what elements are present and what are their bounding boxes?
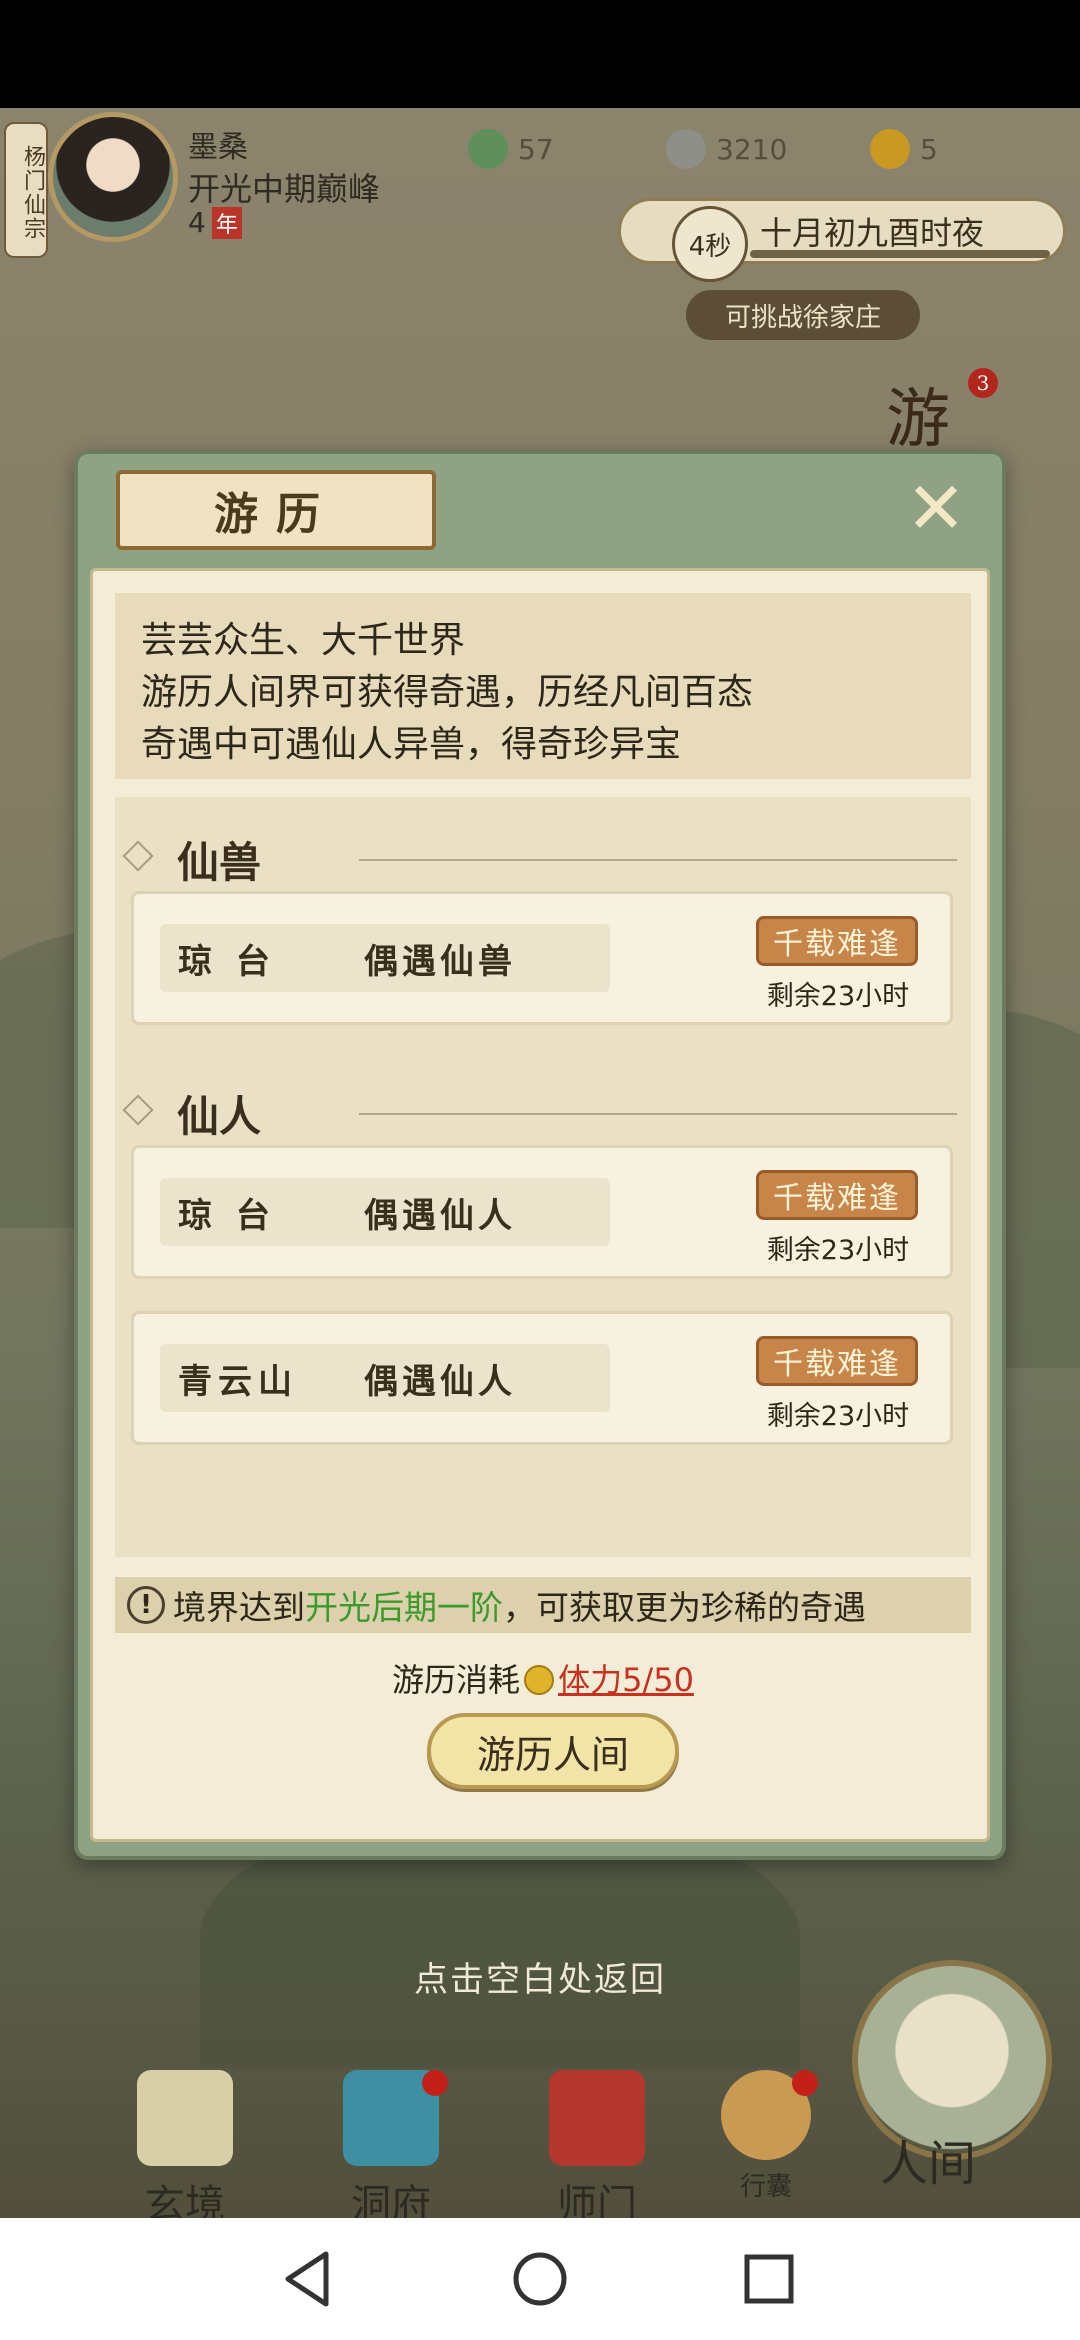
resource-jade[interactable]: 57 — [468, 126, 554, 172]
resource-coin-value: 3210 — [716, 132, 788, 166]
home-icon[interactable] — [505, 2244, 575, 2314]
resource-gold-value: 5 — [920, 132, 938, 166]
encounter-place: 青云山 — [178, 1361, 298, 1402]
dialog-title: 游历 — [116, 470, 436, 550]
encounter-name: 琼 台 偶遇仙兽 — [160, 924, 610, 992]
time-remaining-badge: 4秒 — [672, 206, 748, 282]
resource-gold[interactable]: 5 — [870, 126, 938, 172]
intro-line: 游历人间界可获得奇遇，历经凡间百态 — [141, 672, 754, 713]
realm-notice: ! 境界达到 开光后期一阶 ，可获取更为珍稀的奇遇 — [115, 1577, 971, 1633]
nav-label: 行囊 — [739, 2172, 792, 2202]
remaining-time: 剩余23小时 — [766, 1235, 910, 1266]
player-name: 墨桑 — [188, 130, 248, 165]
intro-line: 芸芸众生、大千世界 — [141, 620, 466, 661]
travel-side-entry-label: 游 — [886, 383, 950, 457]
jade-icon — [468, 129, 508, 169]
encounter-name: 琼 台 偶遇仙人 — [160, 1178, 610, 1246]
status-bar — [0, 0, 1080, 108]
notice-highlight: 开光后期一阶 — [305, 1588, 503, 1627]
encounter-kind: 偶遇仙兽 — [364, 941, 516, 982]
encounter-place: 琼 台 — [178, 941, 276, 982]
notice-prefix: 境界达到 — [173, 1588, 305, 1627]
sect-tab[interactable]: 杨门仙宗 — [4, 122, 48, 258]
encounter-name: 青云山 偶遇仙人 — [160, 1344, 610, 1412]
top-hud: 杨门仙宗 墨桑 开光中期巅峰 4年 57 3210 5 4秒 十月初九酉时夜 可… — [0, 108, 1080, 457]
time-progress — [750, 250, 1050, 258]
encounter-kind: 偶遇仙人 — [364, 1195, 516, 1236]
system-nav-bar — [0, 2218, 1080, 2340]
notification-dot — [422, 2070, 448, 2096]
game-date: 十月初九酉时夜 — [760, 214, 985, 252]
age-unit: 年 — [211, 207, 242, 239]
player-avatar[interactable] — [48, 112, 178, 242]
world-label: 人间 — [880, 2136, 977, 2192]
gold-ingot-icon — [870, 129, 910, 169]
encounter-place: 琼 台 — [178, 1195, 276, 1236]
resource-jade-value: 57 — [518, 132, 554, 166]
travel-button[interactable]: 游历人间 — [427, 1713, 679, 1789]
encounter-card[interactable]: 琼 台 偶遇仙人 千载难逢 剩余23小时 — [131, 1145, 953, 1279]
rarity-badge: 千载难逢 — [756, 916, 918, 966]
encounter-card[interactable]: 琼 台 偶遇仙兽 千载难逢 剩余23小时 — [131, 891, 953, 1025]
dialog-header: 游历 ✕ — [74, 450, 1006, 570]
nav-item-shimen[interactable]: 师门 — [532, 2070, 662, 2228]
notification-count-badge: 3 — [968, 368, 998, 398]
cost-label: 游历消耗 — [392, 1661, 521, 1699]
scroll-icon — [137, 2070, 233, 2166]
intro-text: 芸芸众生、大千世界 游历人间界可获得奇遇，历经凡间百态 奇遇中可遇仙人异兽，得奇… — [115, 593, 971, 779]
stamina-link[interactable]: 体力5/50 — [558, 1661, 694, 1699]
divider — [359, 1113, 957, 1115]
diamond-icon — [122, 840, 154, 872]
section-header-immortals: 仙人 — [115, 1079, 971, 1141]
encounter-list[interactable]: 仙兽 琼 台 偶遇仙兽 千载难逢 剩余23小时 仙人 琼 台 偶遇仙人 千载难逢… — [115, 797, 971, 1557]
remaining-time: 剩余23小时 — [766, 981, 910, 1012]
encounter-kind: 偶遇仙人 — [364, 1361, 516, 1402]
remaining-time: 剩余23小时 — [766, 1401, 910, 1432]
travel-dialog: 游历 ✕ 芸芸众生、大千世界 游历人间界可获得奇遇，历经凡间百态 奇遇中可遇仙人… — [74, 450, 1006, 1860]
section-label: 仙人 — [177, 1092, 262, 1141]
challenge-button[interactable]: 可挑战徐家庄 — [686, 290, 920, 340]
back-icon[interactable] — [274, 2244, 344, 2314]
coin-icon — [666, 129, 706, 169]
nav-item-xuanjing[interactable]: 玄境 — [120, 2070, 250, 2228]
encounter-card[interactable]: 青云山 偶遇仙人 千载难逢 剩余23小时 — [131, 1311, 953, 1445]
notice-suffix: ，可获取更为珍稀的奇遇 — [503, 1588, 866, 1627]
intro-line: 奇遇中可遇仙人异兽，得奇珍异宝 — [141, 724, 682, 765]
resource-coin[interactable]: 3210 — [666, 126, 787, 172]
stamina-icon — [524, 1665, 555, 1695]
notification-dot — [792, 2070, 818, 2096]
divider — [359, 859, 957, 861]
recents-icon[interactable] — [734, 2244, 804, 2314]
rarity-badge: 千载难逢 — [756, 1336, 918, 1386]
nav-item-bag[interactable]: 行囊 — [706, 2070, 826, 2220]
diamond-icon — [122, 1094, 154, 1126]
sect-banner-icon — [549, 2070, 645, 2166]
dialog-body: 芸芸众生、大千世界 游历人间界可获得奇遇，历经凡间百态 奇遇中可遇仙人异兽，得奇… — [90, 568, 990, 1842]
rarity-badge: 千载难逢 — [756, 1170, 918, 1220]
age-value: 4 — [188, 206, 206, 239]
section-label: 仙兽 — [177, 838, 262, 887]
section-header-beasts: 仙兽 — [115, 825, 971, 887]
player-realm: 开光中期巅峰 — [188, 170, 381, 208]
travel-cost: 游历消耗 体力5/50 — [93, 1655, 993, 1701]
nav-item-dongfu[interactable]: 洞府 — [326, 2070, 456, 2228]
info-icon: ! — [127, 1586, 165, 1624]
player-age: 4年 — [188, 206, 242, 239]
close-button[interactable]: ✕ — [900, 472, 972, 546]
